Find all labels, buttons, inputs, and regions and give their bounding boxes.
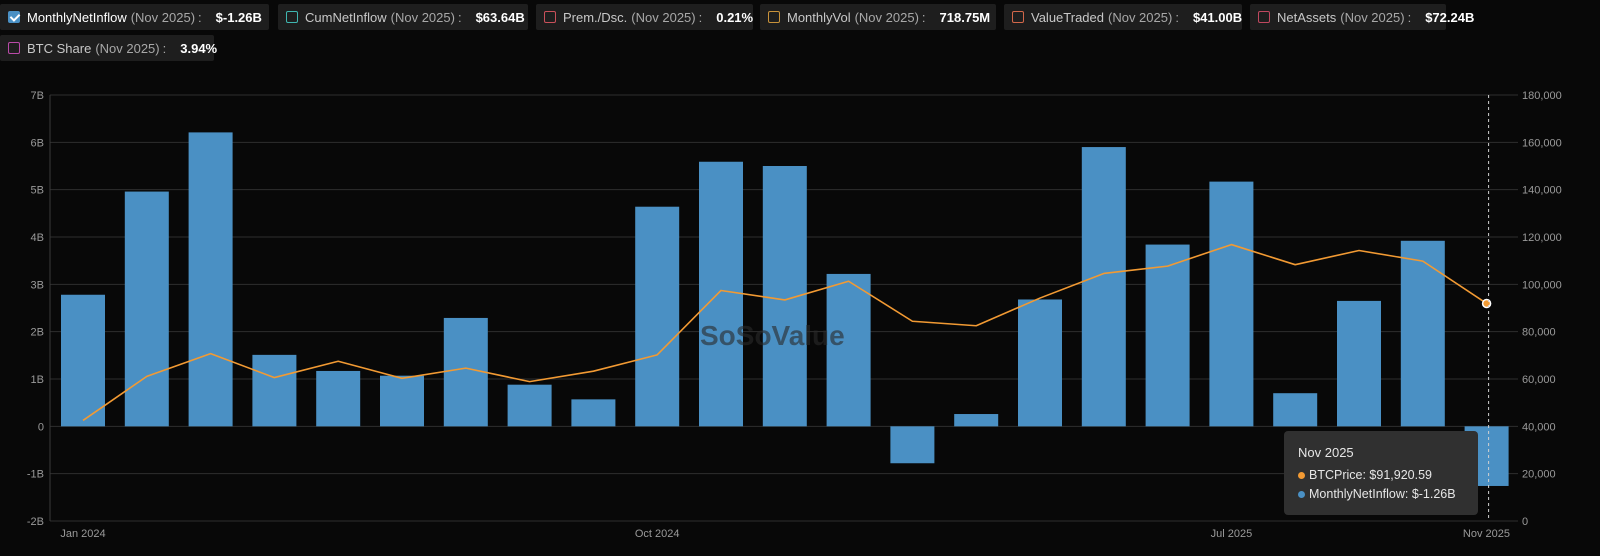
- x-tick-label: Jul 2025: [1211, 528, 1253, 540]
- x-tick-label: Nov 2025: [1463, 528, 1510, 540]
- bar-monthlynetinflow: [252, 354, 297, 427]
- point-btcprice-highlight: [1481, 298, 1492, 309]
- bar-monthlynetinflow: [571, 399, 616, 427]
- tooltip-row-label: BTCPrice: $91,920.59: [1309, 468, 1432, 482]
- x-tick-label: Jan 2024: [60, 528, 105, 540]
- y-left-tick-label: -2B: [27, 516, 44, 528]
- bar-monthlynetinflow: [1400, 240, 1445, 427]
- bar-monthlynetinflow: [61, 294, 105, 427]
- inflow-dot-icon: [1298, 490, 1305, 498]
- btcprice-dot-icon: [1298, 471, 1305, 479]
- y-left-tick-label: 2B: [31, 327, 44, 339]
- tooltip-row-label: MonthlyNetInflow: $-1.26B: [1309, 487, 1456, 501]
- bar-monthlynetinflow: [1273, 393, 1318, 427]
- y-right-tick-label: 180,000: [1522, 90, 1562, 102]
- y-right-tick-label: 40,000: [1522, 421, 1556, 433]
- bar-monthlynetinflow: [1145, 244, 1190, 427]
- tooltip-title: Nov 2025: [1298, 445, 1354, 460]
- bar-monthlynetinflow: [188, 132, 233, 427]
- y-right-tick-label: 0: [1522, 516, 1528, 528]
- bar-monthlynetinflow: [699, 161, 743, 427]
- bar-monthlynetinflow: [1209, 181, 1254, 427]
- bar-monthlynetinflow: [1337, 300, 1381, 427]
- bar-monthlynetinflow: [507, 384, 552, 427]
- y-left-tick-label: 4B: [31, 232, 44, 244]
- y-left-tick-label: 5B: [31, 185, 44, 197]
- y-right-tick-label: 100,000: [1522, 279, 1562, 291]
- bar-monthlynetinflow: [954, 414, 999, 427]
- bar-monthlynetinflow: [635, 206, 680, 427]
- y-right-tick-label: 140,000: [1522, 185, 1562, 197]
- y-right-tick-label: 20,000: [1522, 469, 1556, 481]
- bar-monthlynetinflow: [890, 426, 935, 464]
- bar-monthlynetinflow: [124, 191, 169, 427]
- tooltip-row-btcprice: BTCPrice: $91,920.59: [1298, 468, 1464, 482]
- tooltip-row-inflow: MonthlyNetInflow: $-1.26B: [1298, 487, 1464, 501]
- y-right-tick-label: 80,000: [1522, 327, 1556, 339]
- bar-monthlynetinflow: [316, 370, 361, 427]
- bar-monthlynetinflow: [380, 375, 424, 427]
- x-tick-label: Oct 2024: [635, 528, 680, 540]
- tooltip: Nov 2025 BTCPrice: $91,920.59 MonthlyNet…: [1284, 431, 1478, 515]
- y-left-tick-label: -1B: [27, 469, 44, 481]
- bar-monthlynetinflow: [1018, 299, 1062, 427]
- y-left-tick-label: 0: [38, 421, 44, 433]
- y-right-tick-label: 60,000: [1522, 374, 1556, 386]
- y-left-tick-label: 1B: [31, 374, 44, 386]
- y-left-tick-label: 6B: [31, 137, 44, 149]
- bar-monthlynetinflow: [1081, 147, 1126, 427]
- y-right-tick-label: 120,000: [1522, 232, 1562, 244]
- y-right-tick-label: 160,000: [1522, 137, 1562, 149]
- y-left-tick-label: 3B: [31, 279, 44, 291]
- y-left-tick-label: 7B: [31, 90, 44, 102]
- bar-monthlynetinflow: [826, 273, 871, 427]
